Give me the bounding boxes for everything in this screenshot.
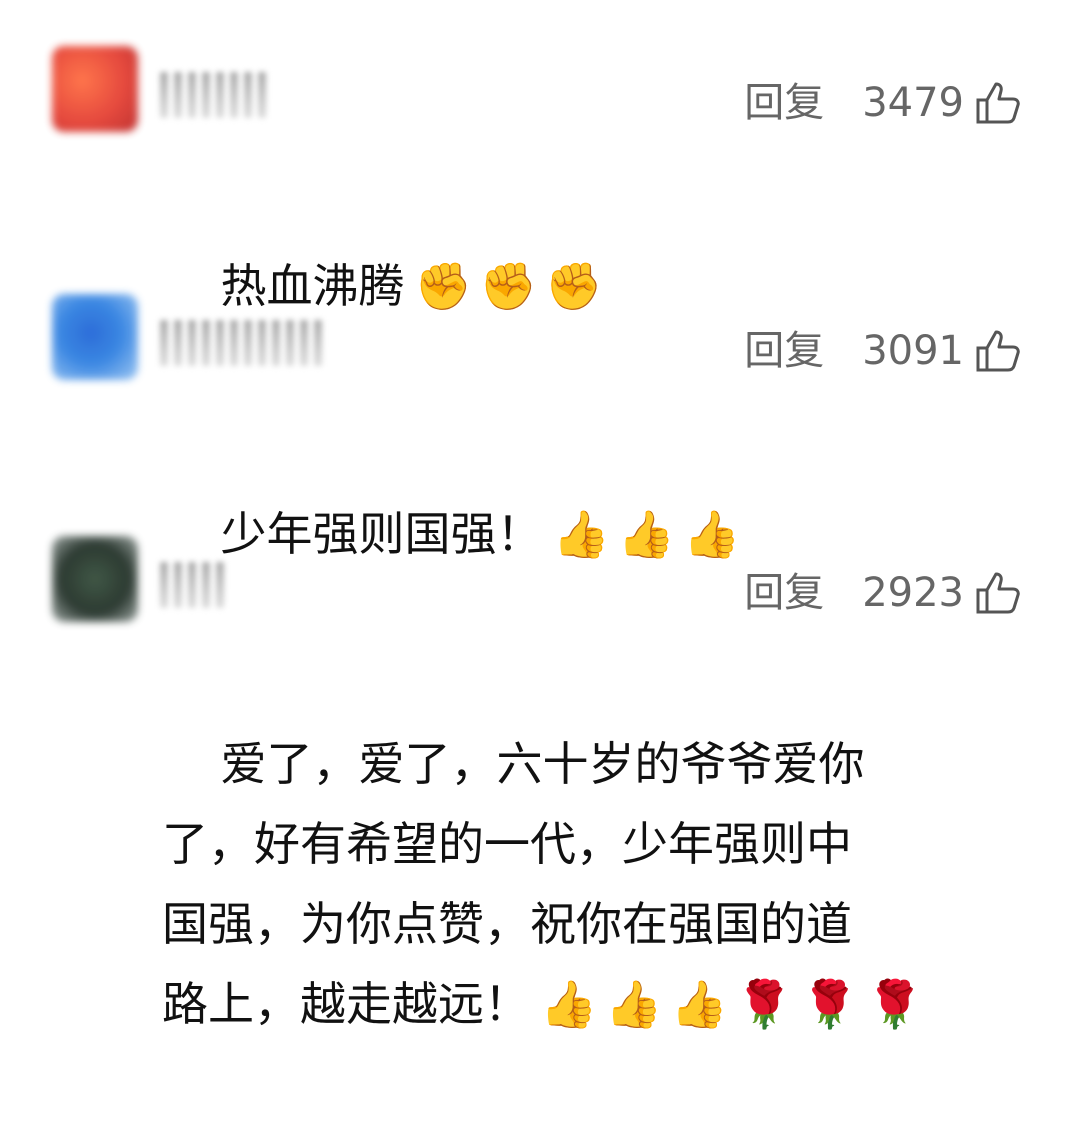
comment-actions: 回复 3479 — [744, 80, 1022, 126]
username-blurred[interactable] — [160, 560, 224, 610]
comment-emojis: ✊✊✊ — [414, 259, 611, 313]
username-blurred[interactable] — [160, 318, 322, 368]
username-blurred[interactable] — [160, 70, 266, 120]
thumbs-up-icon — [976, 330, 1020, 372]
like-count: 2923 — [862, 570, 964, 616]
comment-emojis: 👍👍👍 — [552, 507, 749, 561]
like-button[interactable]: 3091 — [862, 328, 1022, 374]
like-button[interactable]: 3479 — [862, 80, 1022, 126]
like-count: 3091 — [862, 328, 964, 374]
reply-button[interactable]: 回复 — [744, 573, 824, 613]
comment-actions: 回复 2923 — [744, 570, 1022, 616]
like-button[interactable]: 2923 — [862, 570, 1022, 616]
comment-emojis: 👍👍👍🌹🌹🌹 — [540, 977, 932, 1031]
comment-body: 热血沸腾 — [220, 259, 405, 313]
avatar[interactable] — [52, 46, 138, 132]
comment-text: 少年强则国强！ 👍👍👍 — [162, 414, 1022, 654]
comment-text: 爱了，爱了，六十岁的爷爷爱你 了，好有希望的一代，少年强则中 国强，为你点赞，祝… — [162, 644, 1022, 1124]
reply-button[interactable]: 回复 — [744, 331, 824, 371]
avatar[interactable] — [52, 294, 138, 380]
thumbs-up-icon — [976, 572, 1020, 614]
comment-actions: 回复 3091 — [744, 328, 1022, 374]
comment-body: 少年强则国强！ — [220, 507, 543, 561]
thumbs-up-icon — [976, 82, 1020, 124]
like-count: 3479 — [862, 80, 964, 126]
avatar[interactable] — [52, 536, 138, 622]
reply-button[interactable]: 回复 — [744, 83, 824, 123]
